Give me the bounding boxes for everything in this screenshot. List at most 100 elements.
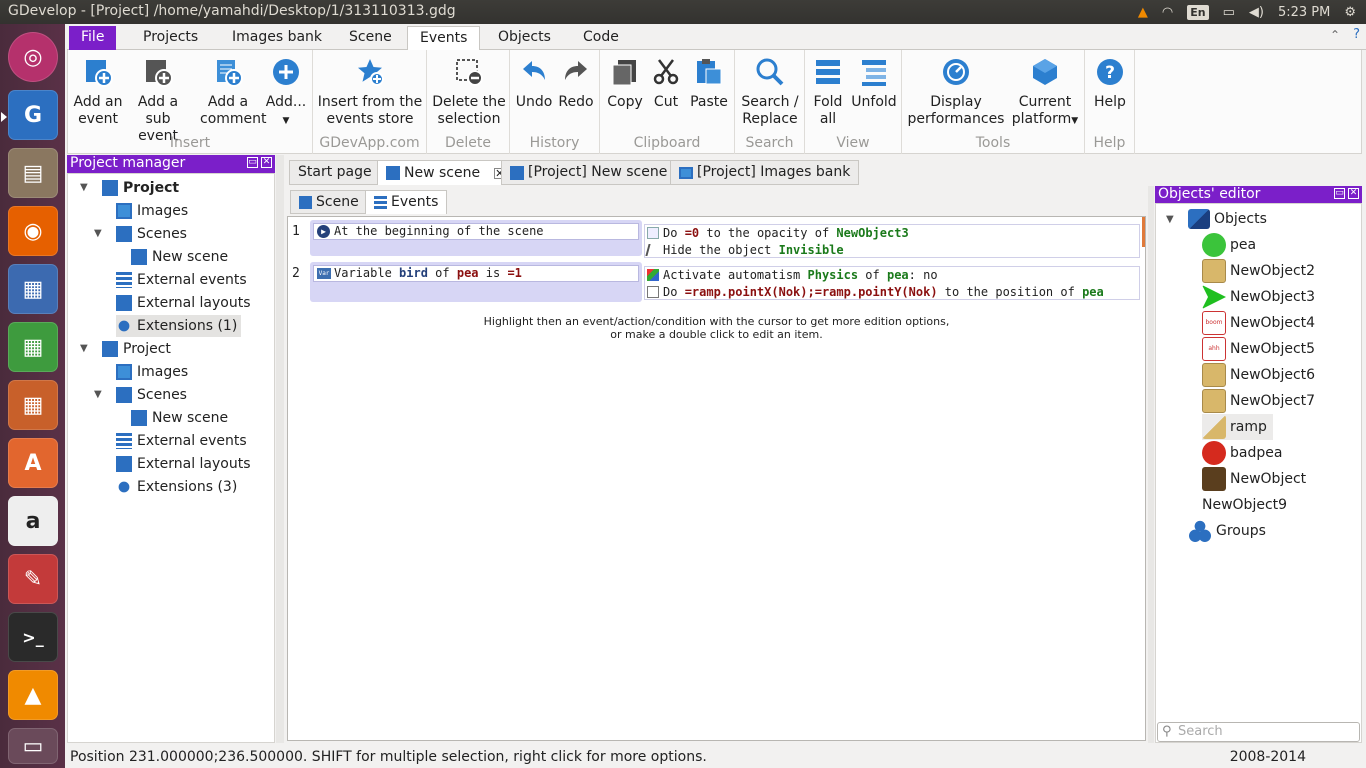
copy-button[interactable]: Copy	[604, 56, 646, 111]
display-performances-button[interactable]: Display performances	[906, 56, 1006, 128]
ubuntu-dash-icon[interactable]: ◎	[8, 32, 58, 82]
doc-tab-project-images-bank[interactable]: [Project] Images bank	[670, 160, 860, 185]
pane-close-icon[interactable]: ✕	[261, 157, 272, 168]
object-item-newobject7[interactable]: NewObject7	[1202, 388, 1315, 414]
subtab-events[interactable]: Events	[365, 190, 448, 214]
unfold-button[interactable]: Unfold	[849, 56, 899, 111]
fold-all-button[interactable]: Fold all	[809, 56, 847, 128]
object-item-newobject[interactable]: NewObject	[1202, 466, 1306, 492]
tree-external-layouts-2[interactable]: External layouts	[116, 453, 251, 475]
expand-arrow-icon[interactable]: ▼	[94, 228, 102, 239]
expand-arrow-icon[interactable]: ▼	[1166, 214, 1174, 225]
action-row[interactable]: Do =0 to the opacity of NewObject3	[645, 225, 1139, 242]
amazon-launcher-icon[interactable]: a	[8, 496, 58, 546]
tab-code[interactable]: Code	[571, 26, 631, 50]
add-sub-event-button[interactable]: Add a sub event	[126, 56, 190, 145]
tree-images-1[interactable]: Images	[116, 200, 188, 222]
action-row[interactable]: Hide the object Invisible	[645, 242, 1139, 259]
firefox-launcher-icon[interactable]: ◉	[8, 206, 58, 256]
object-item-badpea[interactable]: badpea	[1202, 440, 1282, 466]
object-item-newobject6[interactable]: NewObject6	[1202, 362, 1315, 388]
pane-close-icon[interactable]: ✕	[1348, 188, 1359, 199]
current-platform-button[interactable]: Current platform▼	[1008, 56, 1082, 130]
tab-events[interactable]: Events	[407, 26, 481, 50]
doc-tab-new-scene[interactable]: New scene ✕	[377, 160, 515, 185]
condition-row[interactable]: Var Variable bird of pea is =1	[313, 265, 639, 282]
tab-images-bank[interactable]: Images bank	[220, 26, 334, 50]
writer-launcher-icon[interactable]: ▦	[8, 264, 58, 314]
tree-scenes-1[interactable]: Scenes	[116, 223, 187, 245]
pane-maximize-icon[interactable]: ▭	[1334, 188, 1345, 199]
vlc-tray-icon[interactable]: ▲	[1138, 5, 1148, 20]
action-row[interactable]: Do =ramp.pointX(Nok);=ramp.pointY(Nok) t…	[645, 284, 1139, 301]
files-launcher-icon[interactable]: ▤	[8, 148, 58, 198]
tab-objects[interactable]: Objects	[486, 26, 563, 50]
insert-from-store-button[interactable]: Insert from the events store	[317, 56, 423, 128]
right-splitter[interactable]	[1148, 186, 1154, 743]
software-center-launcher-icon[interactable]: A	[8, 438, 58, 488]
help-circle-icon[interactable]: ?	[1353, 27, 1360, 42]
object-item-newobject4[interactable]: boom NewObject4	[1202, 310, 1315, 336]
tree-project-1[interactable]: Project	[102, 177, 179, 199]
object-item-ramp[interactable]: ramp	[1202, 414, 1273, 440]
expand-arrow-icon[interactable]: ▼	[80, 343, 88, 354]
expand-arrow-icon[interactable]: ▼	[80, 182, 88, 193]
vlc-launcher-icon[interactable]: ▲	[8, 670, 58, 720]
trash-launcher-icon[interactable]: ▭	[8, 728, 58, 764]
tree-new-scene-1[interactable]: New scene	[131, 246, 228, 268]
tree-external-layouts-1[interactable]: External layouts	[116, 292, 251, 314]
calc-launcher-icon[interactable]: ▦	[8, 322, 58, 372]
event-1-conditions[interactable]: ▶ At the beginning of the scene	[310, 220, 642, 256]
tab-file[interactable]: File	[69, 26, 117, 50]
event-2-actions[interactable]: Activate automatism Physics of pea: no D…	[644, 266, 1140, 300]
tree-project-2[interactable]: Project	[102, 338, 171, 360]
events-editor[interactable]: 1 ▶ At the beginning of the scene Do =0 …	[287, 216, 1146, 741]
tree-scenes-2[interactable]: Scenes	[116, 384, 187, 406]
expand-arrow-icon[interactable]: ▼	[94, 389, 102, 400]
condition-row[interactable]: ▶ At the beginning of the scene	[313, 223, 639, 240]
system-settings-launcher-icon[interactable]: ✎	[8, 554, 58, 604]
battery-icon[interactable]: ▭	[1223, 5, 1235, 20]
search-replace-button[interactable]: Search / Replace	[737, 56, 803, 128]
groups-root[interactable]: Groups	[1188, 518, 1266, 544]
gdevelop-launcher-icon[interactable]: G	[8, 90, 58, 140]
left-splitter[interactable]	[276, 155, 284, 743]
add-comment-button[interactable]: Add a comment	[200, 56, 267, 128]
object-item-newobject2[interactable]: NewObject2	[1202, 258, 1315, 284]
tree-external-events-1[interactable]: External events	[116, 269, 247, 291]
tab-projects[interactable]: Projects	[131, 26, 210, 50]
tree-external-events-2[interactable]: External events	[116, 430, 247, 452]
object-item-newobject9[interactable]: NewObject9	[1202, 492, 1287, 518]
add-event-button[interactable]: Add an event	[72, 56, 124, 128]
tree-extensions-1[interactable]: Extensions (1)	[116, 315, 242, 337]
tree-new-scene-2[interactable]: New scene	[131, 407, 228, 429]
object-item-newobject5[interactable]: ahh NewObject5	[1202, 336, 1315, 362]
terminal-launcher-icon[interactable]: >_	[8, 612, 58, 662]
add-more-dropdown-button[interactable]: Add... ▼	[264, 56, 308, 130]
volume-icon[interactable]: ◀)	[1249, 5, 1264, 20]
settings-gear-icon[interactable]: ⚙	[1344, 5, 1356, 20]
doc-tab-start-page[interactable]: Start page	[289, 160, 381, 185]
help-button[interactable]: ? Help	[1089, 56, 1131, 111]
event-2-conditions[interactable]: Var Variable bird of pea is =1	[310, 262, 642, 302]
object-item-pea[interactable]: pea	[1202, 232, 1256, 258]
doc-tab-project-new-scene[interactable]: [Project] New scene	[501, 160, 677, 185]
paste-button[interactable]: Paste	[686, 56, 732, 111]
keyboard-layout-indicator[interactable]: En	[1187, 4, 1209, 20]
delete-selection-button[interactable]: Delete the selection	[431, 56, 507, 128]
event-1-actions[interactable]: Do =0 to the opacity of NewObject3 Hide …	[644, 224, 1140, 258]
cut-button[interactable]: Cut	[648, 56, 684, 111]
impress-launcher-icon[interactable]: ▦	[8, 380, 58, 430]
objects-root[interactable]: Objects	[1188, 206, 1267, 232]
action-row[interactable]: Activate automatism Physics of pea: no	[645, 267, 1139, 284]
pane-maximize-icon[interactable]: ▭	[247, 157, 258, 168]
tree-images-2[interactable]: Images	[116, 361, 188, 383]
tree-extensions-2[interactable]: Extensions (3)	[116, 476, 237, 498]
redo-button[interactable]: Redo	[556, 56, 596, 111]
undo-button[interactable]: Undo	[514, 56, 554, 111]
object-item-newobject3[interactable]: NewObject3	[1202, 284, 1315, 310]
collapse-ribbon-icon[interactable]: ⌃	[1330, 28, 1340, 42]
tab-scene[interactable]: Scene	[337, 26, 404, 50]
wifi-icon[interactable]: ◠	[1162, 5, 1173, 20]
clock[interactable]: 5:23 PM	[1278, 5, 1330, 20]
